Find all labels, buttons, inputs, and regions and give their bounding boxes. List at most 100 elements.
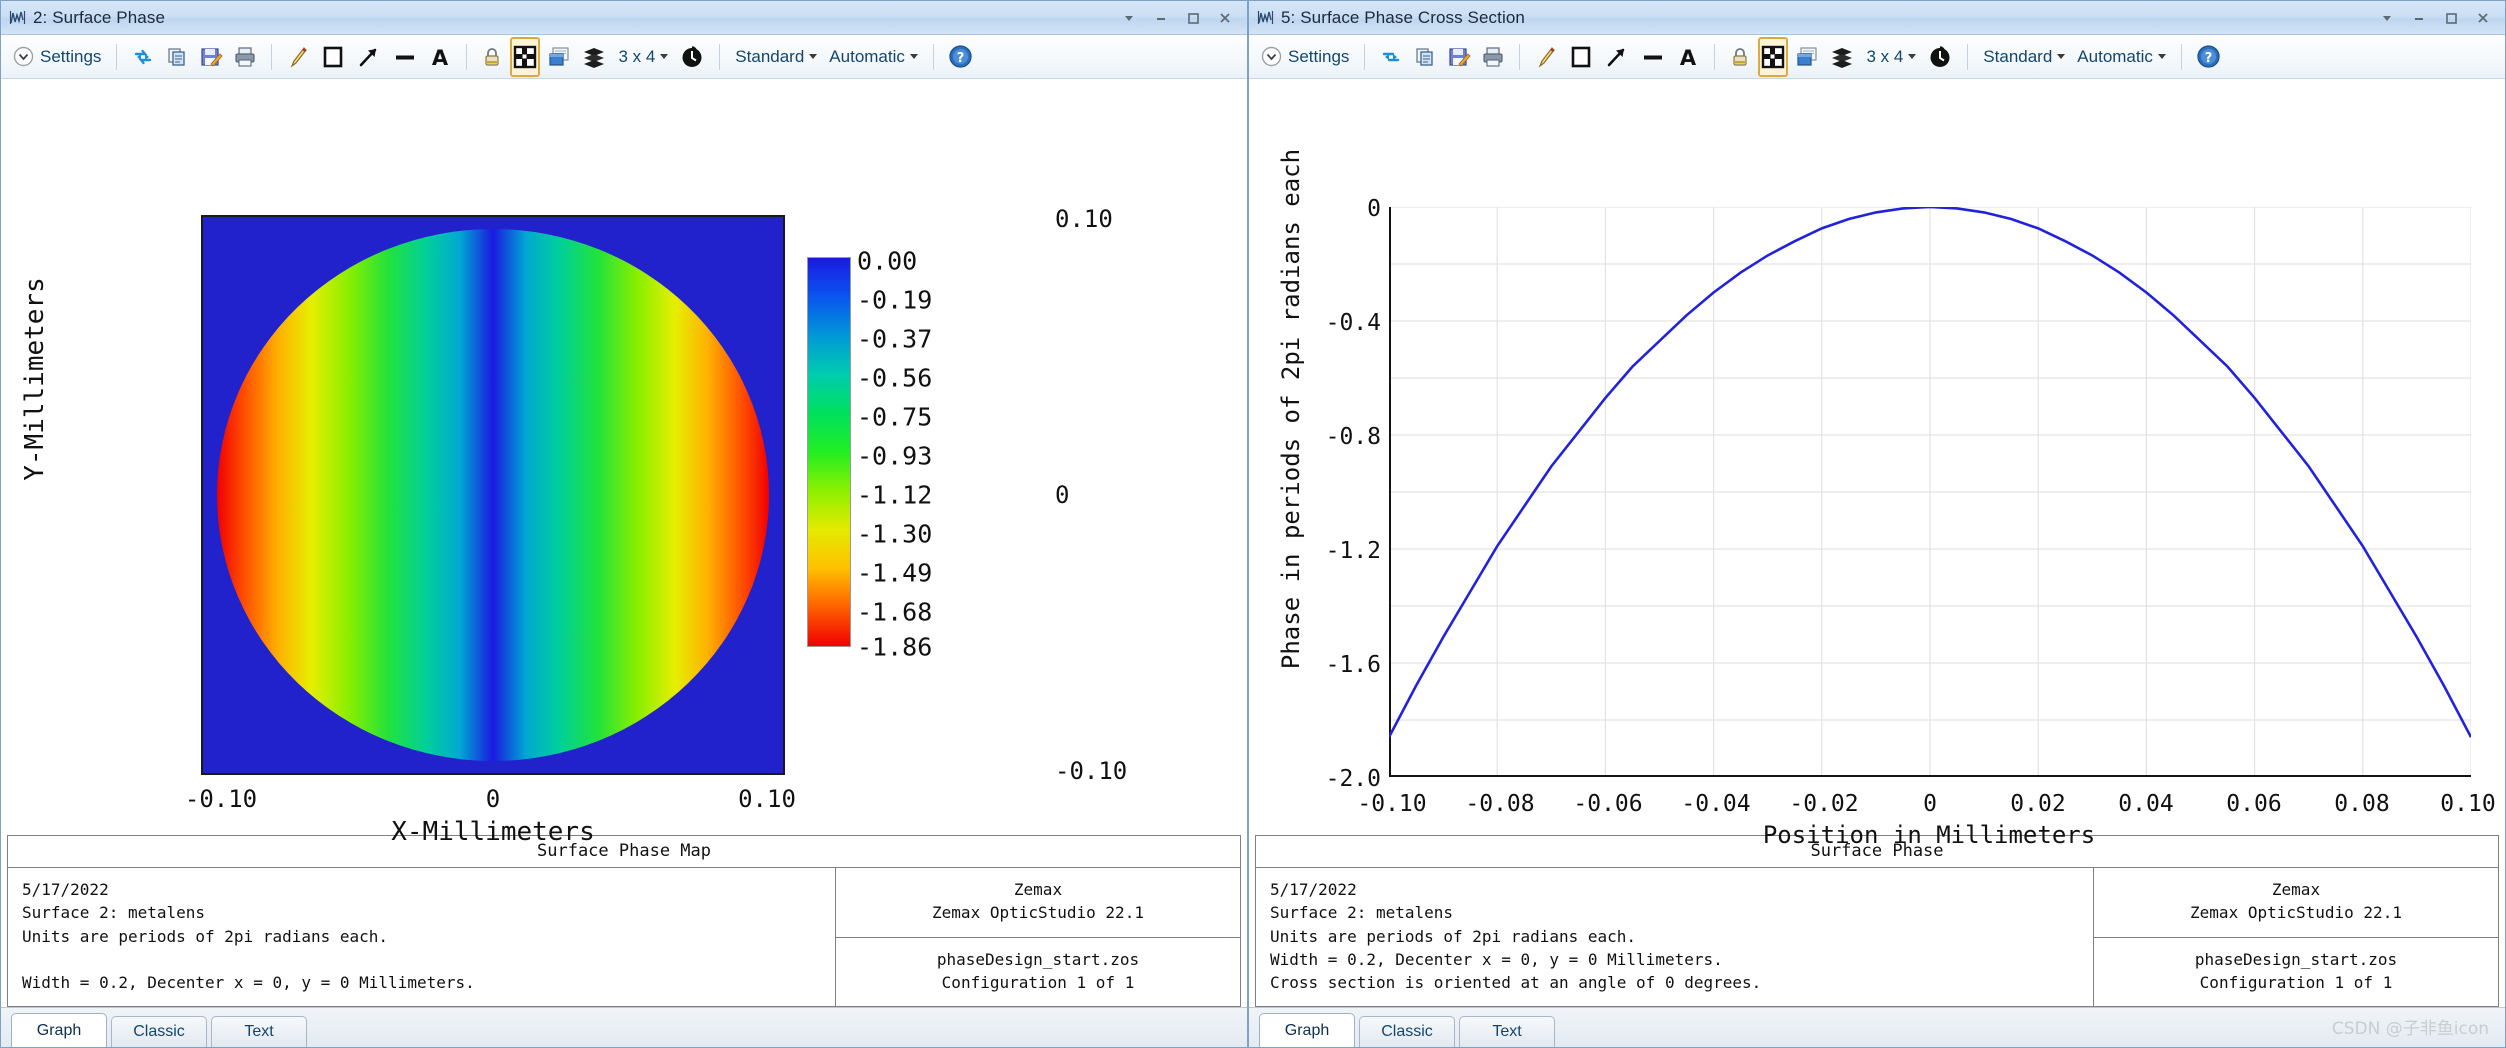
line-x-tick: 0.10 bbox=[2440, 791, 2495, 817]
window-overlay-icon[interactable] bbox=[1792, 40, 1822, 74]
maximize-button[interactable] bbox=[2435, 5, 2467, 31]
line-icon[interactable] bbox=[389, 40, 421, 74]
layers-icon[interactable] bbox=[578, 40, 610, 74]
help-icon[interactable]: ? bbox=[945, 40, 976, 74]
info-panel-product: Zemax Zemax OpticStudio 22.1 bbox=[2094, 868, 2498, 937]
fit-window-icon[interactable] bbox=[510, 37, 540, 77]
line-y-tick: -0.8 bbox=[1289, 424, 1381, 450]
rectangle-icon[interactable] bbox=[317, 40, 349, 74]
refresh-icon[interactable] bbox=[128, 40, 158, 74]
product-version: Zemax OpticStudio 22.1 bbox=[846, 901, 1230, 924]
rectangle-icon[interactable] bbox=[1565, 40, 1597, 74]
chevron-down-circle-icon bbox=[1261, 46, 1282, 67]
line-y-tick: -2.0 bbox=[1289, 766, 1381, 792]
svg-text:?: ? bbox=[957, 51, 965, 66]
close-button[interactable] bbox=[1209, 5, 1241, 31]
toolbar-separator bbox=[271, 44, 272, 70]
toolbar-surface-phase-cross-section: Settings bbox=[1249, 35, 2505, 79]
titlebar-dropdown-button[interactable] bbox=[1113, 5, 1145, 31]
line-y-tick: -0.4 bbox=[1289, 310, 1381, 336]
arrow-icon[interactable] bbox=[1601, 40, 1633, 74]
maximize-button[interactable] bbox=[1177, 5, 1209, 31]
chevron-down-icon bbox=[910, 54, 918, 59]
toolbar-separator bbox=[2181, 44, 2182, 70]
tab-classic[interactable]: Classic bbox=[111, 1016, 207, 1047]
save-icon[interactable] bbox=[196, 40, 226, 74]
copy-icon[interactable] bbox=[1410, 40, 1440, 74]
line-x-tick: -0.04 bbox=[1681, 791, 1750, 817]
chevron-down-circle-icon bbox=[13, 46, 34, 67]
minimize-button[interactable] bbox=[2403, 5, 2435, 31]
colorbar-tick: -0.37 bbox=[857, 325, 932, 354]
line-x-axis-label: Position in Millimeters bbox=[1763, 821, 2095, 849]
lock-icon[interactable] bbox=[1726, 40, 1754, 74]
scale-dropdown[interactable]: Automatic bbox=[825, 47, 922, 67]
svg-text:A: A bbox=[1680, 46, 1697, 70]
text-icon[interactable]: A bbox=[425, 40, 455, 74]
print-icon[interactable] bbox=[1478, 40, 1508, 74]
lock-icon[interactable] bbox=[478, 40, 506, 74]
line-x-tick: 0.04 bbox=[2118, 791, 2173, 817]
text-icon[interactable]: A bbox=[1673, 40, 1703, 74]
line-x-tick: 0 bbox=[1923, 791, 1937, 817]
line-icon[interactable] bbox=[1637, 40, 1669, 74]
pencil-icon[interactable] bbox=[283, 40, 313, 74]
info-line: Surface 2: metalens bbox=[1270, 901, 2079, 924]
pencil-icon[interactable] bbox=[1531, 40, 1561, 74]
window-overlay-icon[interactable] bbox=[544, 40, 574, 74]
info-panel-grid: 5/17/2022 Surface 2: metalens Units are … bbox=[1256, 868, 2498, 1006]
line-x-tick: 0.02 bbox=[2010, 791, 2065, 817]
heatmap-y-tick: 0 bbox=[1055, 481, 1247, 509]
info-panel-file: phaseDesign_start.zos Configuration 1 of… bbox=[2094, 938, 2498, 1006]
line-x-tick: -0.02 bbox=[1789, 791, 1858, 817]
chevron-down-icon bbox=[660, 54, 668, 59]
save-icon[interactable] bbox=[1444, 40, 1474, 74]
style-dropdown[interactable]: Standard bbox=[1979, 47, 2069, 67]
layers-icon[interactable] bbox=[1826, 40, 1858, 74]
grid-layout-label: 3 x 4 bbox=[1866, 47, 1903, 67]
tab-classic[interactable]: Classic bbox=[1359, 1016, 1455, 1047]
line-x-tick: 0.08 bbox=[2334, 791, 2389, 817]
print-icon[interactable] bbox=[230, 40, 260, 74]
footer-tabs-right: Graph Classic Text CSDN @子非鱼icon bbox=[1249, 1007, 2505, 1047]
settings-button[interactable]: Settings bbox=[9, 46, 105, 67]
info-panel-right: Surface Phase 5/17/2022 Surface 2: metal… bbox=[1255, 835, 2499, 1007]
copy-icon[interactable] bbox=[162, 40, 192, 74]
info-panel-description: 5/17/2022 Surface 2: metalens Units are … bbox=[8, 868, 836, 1006]
colorbar-gradient bbox=[808, 258, 850, 646]
close-button[interactable] bbox=[2467, 5, 2499, 31]
line-x-tick: 0.06 bbox=[2226, 791, 2281, 817]
titlebar-dropdown-button[interactable] bbox=[2371, 5, 2403, 31]
help-icon[interactable]: ? bbox=[2193, 40, 2224, 74]
colorbar-labels: 0.00 -0.19 -0.37 -0.56 -0.75 -0.93 -1.12… bbox=[857, 257, 997, 647]
info-line: Cross section is oriented at an angle of… bbox=[1270, 971, 2079, 994]
tab-label: Classic bbox=[1381, 1023, 1433, 1041]
heatmap-y-axis-label: Y-Millimeters bbox=[20, 277, 50, 481]
clock-icon[interactable] bbox=[676, 40, 708, 74]
chevron-down-icon bbox=[809, 54, 817, 59]
minimize-button[interactable] bbox=[1145, 5, 1177, 31]
colorbar-tick: -1.12 bbox=[857, 481, 932, 510]
svg-text:?: ? bbox=[2205, 51, 2213, 66]
arrow-icon[interactable] bbox=[353, 40, 385, 74]
clock-icon[interactable] bbox=[1924, 40, 1956, 74]
settings-button[interactable]: Settings bbox=[1257, 46, 1353, 67]
window-surface-phase: 2: Surface Phase Settings bbox=[0, 0, 1248, 1048]
grid-layout-dropdown[interactable]: 3 x 4 bbox=[614, 47, 672, 67]
grid-layout-dropdown[interactable]: 3 x 4 bbox=[1862, 47, 1920, 67]
tab-graph[interactable]: Graph bbox=[1259, 1013, 1355, 1047]
colorbar-tick: -0.19 bbox=[857, 286, 932, 315]
refresh-icon[interactable] bbox=[1376, 40, 1406, 74]
style-dropdown[interactable]: Standard bbox=[731, 47, 821, 67]
scale-dropdown[interactable]: Automatic bbox=[2073, 47, 2170, 67]
window-surface-phase-cross-section: 5: Surface Phase Cross Section Sett bbox=[1248, 0, 2506, 1048]
tab-text[interactable]: Text bbox=[211, 1016, 307, 1047]
tab-text[interactable]: Text bbox=[1459, 1016, 1555, 1047]
line-x-tick: -0.06 bbox=[1573, 791, 1642, 817]
line-y-tick: -1.2 bbox=[1289, 538, 1381, 564]
settings-label: Settings bbox=[1288, 47, 1349, 67]
window-title: 5: Surface Phase Cross Section bbox=[1281, 8, 1525, 28]
settings-label: Settings bbox=[40, 47, 101, 67]
fit-window-icon[interactable] bbox=[1758, 37, 1788, 77]
tab-graph[interactable]: Graph bbox=[11, 1013, 107, 1047]
